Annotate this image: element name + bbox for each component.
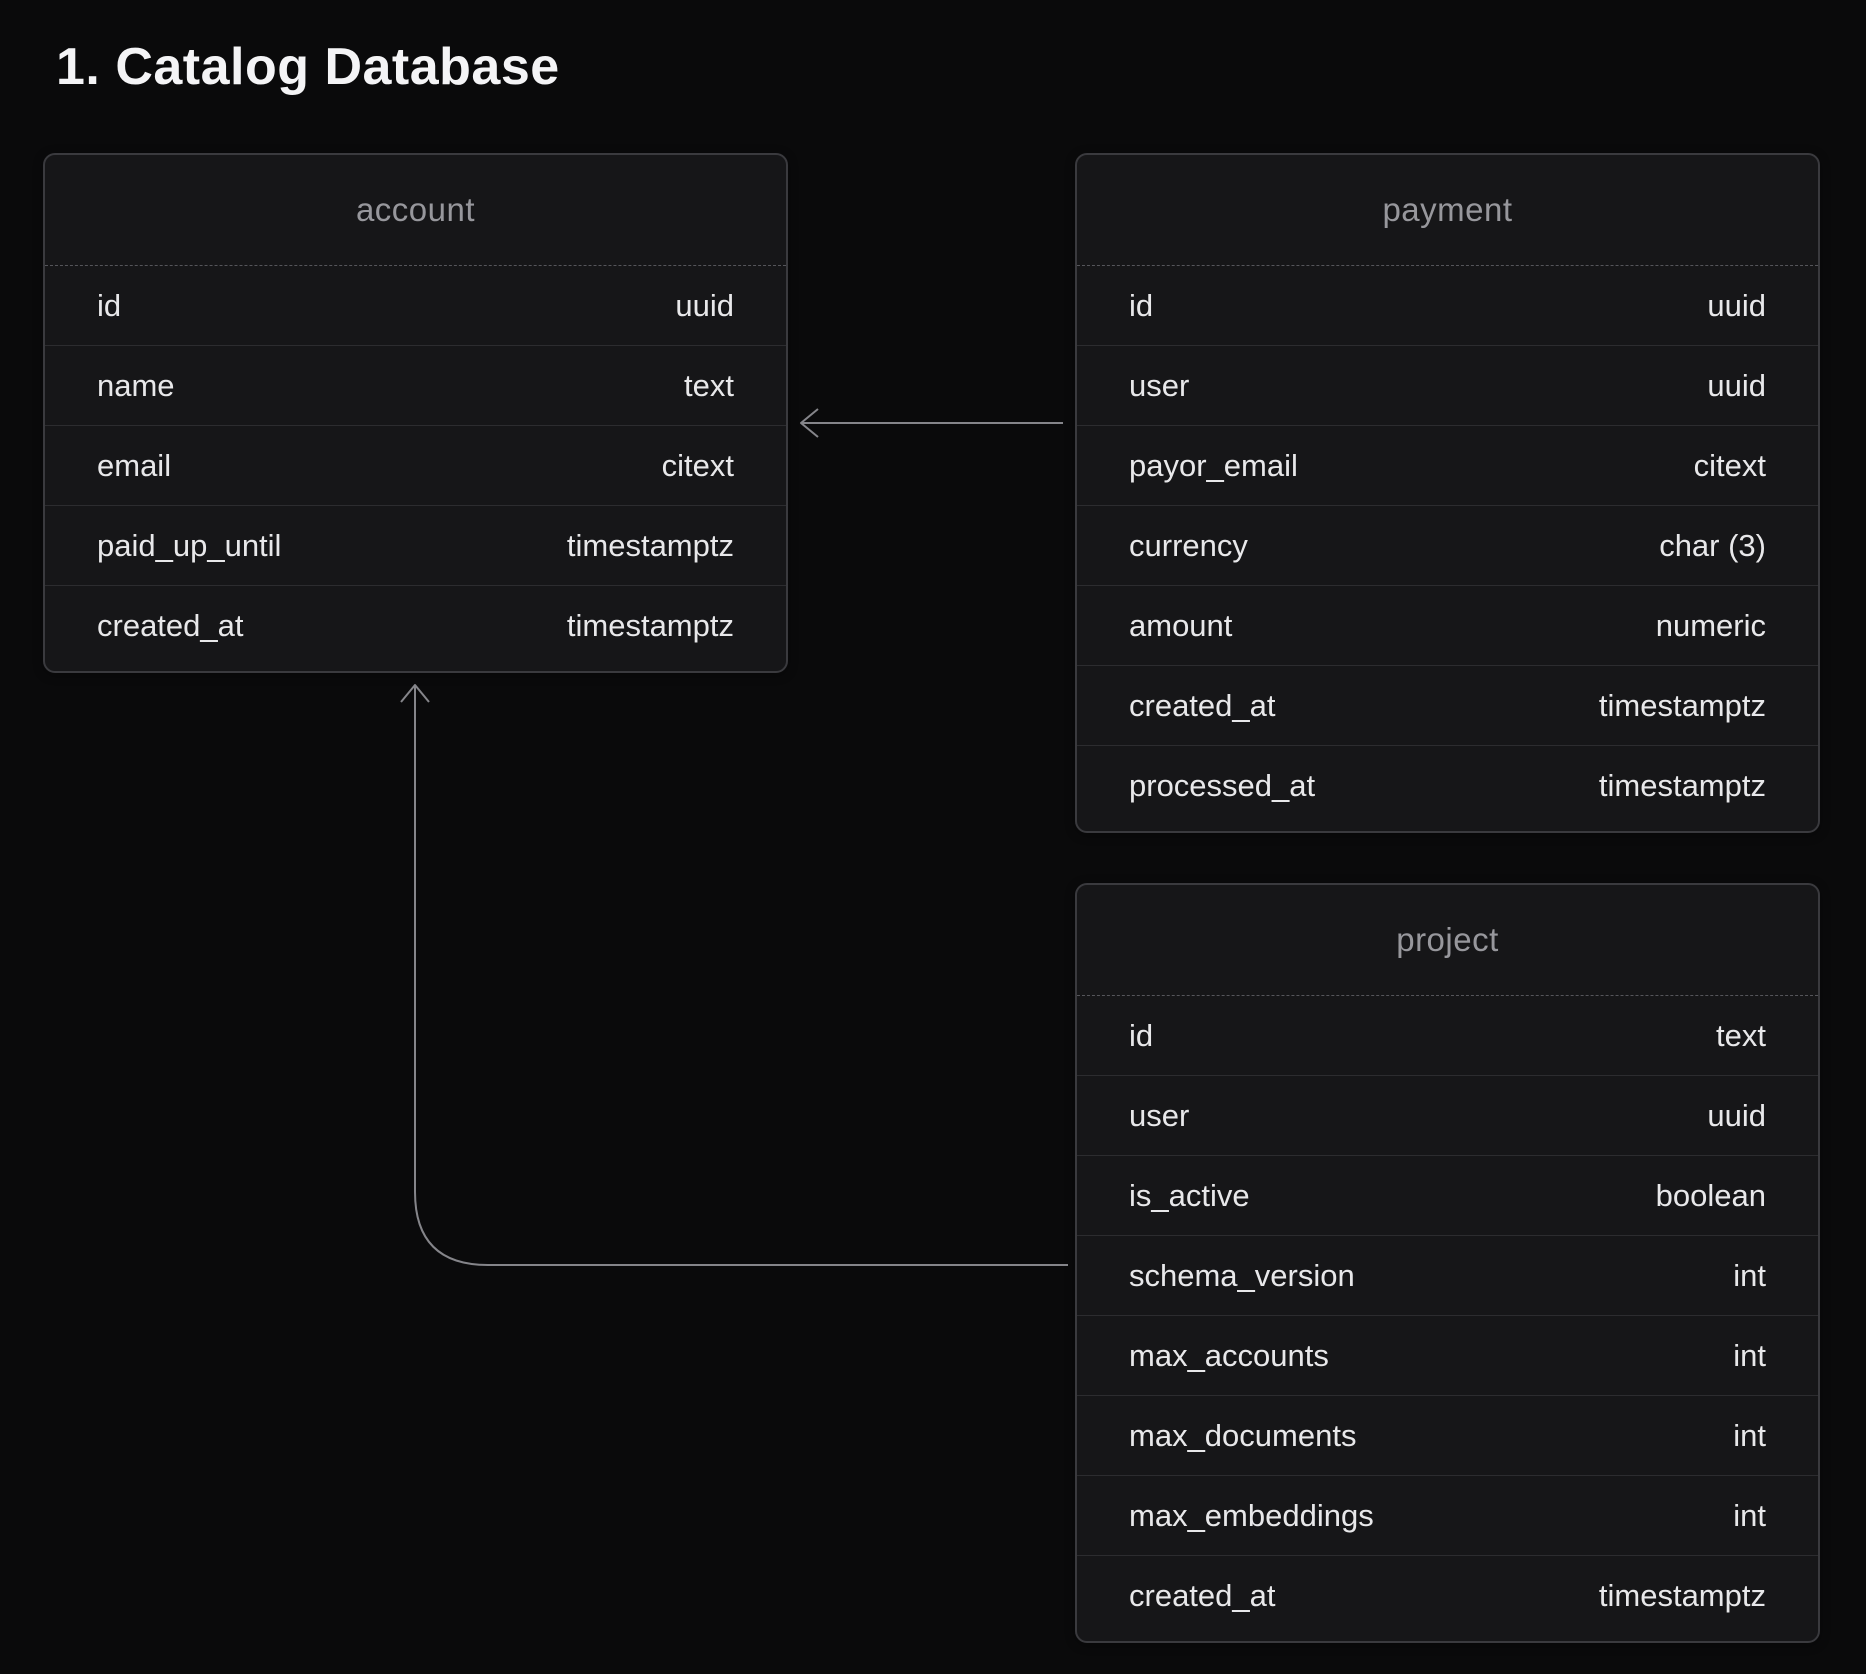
- field-name: user: [1129, 368, 1189, 404]
- field-name: created_at: [1129, 688, 1276, 724]
- field-type: uuid: [1707, 368, 1766, 404]
- field-name: id: [1129, 1018, 1153, 1054]
- table-row: max_accounts int: [1077, 1315, 1818, 1395]
- field-name: created_at: [1129, 1578, 1276, 1614]
- table-project-header: project: [1077, 885, 1818, 996]
- table-row: id text: [1077, 996, 1818, 1075]
- field-type: citext: [662, 448, 734, 484]
- table-row: user uuid: [1077, 345, 1818, 425]
- table-payment-title: payment: [1382, 191, 1512, 229]
- table-row: created_at timestamptz: [45, 585, 786, 665]
- table-row: schema_version int: [1077, 1235, 1818, 1315]
- table-row: payor_email citext: [1077, 425, 1818, 505]
- field-type: timestamptz: [567, 608, 734, 644]
- field-name: email: [97, 448, 171, 484]
- table-row: max_documents int: [1077, 1395, 1818, 1475]
- table-project-rows: id text user uuid is_active boolean sche…: [1077, 996, 1818, 1635]
- table-row: email citext: [45, 425, 786, 505]
- field-type: numeric: [1656, 608, 1766, 644]
- table-row: is_active boolean: [1077, 1155, 1818, 1235]
- field-type: timestamptz: [1599, 688, 1766, 724]
- field-name: name: [97, 368, 175, 404]
- table-project[interactable]: project id text user uuid is_active bool…: [1075, 883, 1820, 1643]
- table-row: created_at timestamptz: [1077, 1555, 1818, 1635]
- table-account-title: account: [356, 191, 475, 229]
- field-type: uuid: [1707, 288, 1766, 324]
- field-type: boolean: [1656, 1178, 1766, 1214]
- field-name: schema_version: [1129, 1258, 1355, 1294]
- field-name: max_documents: [1129, 1418, 1356, 1454]
- field-name: id: [1129, 288, 1153, 324]
- table-row: amount numeric: [1077, 585, 1818, 665]
- table-row: user uuid: [1077, 1075, 1818, 1155]
- arrow-project-to-account: [401, 685, 1068, 1265]
- table-account-header: account: [45, 155, 786, 266]
- field-type: int: [1733, 1498, 1766, 1534]
- field-type: int: [1733, 1258, 1766, 1294]
- field-name: max_embeddings: [1129, 1498, 1374, 1534]
- field-name: processed_at: [1129, 768, 1315, 804]
- arrow-payment-to-account: [801, 409, 1063, 437]
- field-name: max_accounts: [1129, 1338, 1329, 1374]
- table-payment-rows: id uuid user uuid payor_email citext cur…: [1077, 266, 1818, 825]
- field-name: id: [97, 288, 121, 324]
- field-type: citext: [1694, 448, 1766, 484]
- field-type: int: [1733, 1418, 1766, 1454]
- field-type: uuid: [1707, 1098, 1766, 1134]
- field-name: payor_email: [1129, 448, 1298, 484]
- table-row: id uuid: [1077, 266, 1818, 345]
- table-row: max_embeddings int: [1077, 1475, 1818, 1555]
- table-project-title: project: [1396, 921, 1499, 959]
- table-account-rows: id uuid name text email citext paid_up_u…: [45, 266, 786, 665]
- field-type: char (3): [1659, 528, 1766, 564]
- table-account[interactable]: account id uuid name text email citext p…: [43, 153, 788, 673]
- field-name: user: [1129, 1098, 1189, 1134]
- field-type: text: [684, 368, 734, 404]
- field-type: timestamptz: [1599, 1578, 1766, 1614]
- table-row: id uuid: [45, 266, 786, 345]
- table-row: created_at timestamptz: [1077, 665, 1818, 745]
- table-row: name text: [45, 345, 786, 425]
- field-name: is_active: [1129, 1178, 1250, 1214]
- table-row: currency char (3): [1077, 505, 1818, 585]
- field-name: created_at: [97, 608, 244, 644]
- field-name: currency: [1129, 528, 1248, 564]
- table-row: paid_up_until timestamptz: [45, 505, 786, 585]
- field-name: paid_up_until: [97, 528, 281, 564]
- field-type: text: [1716, 1018, 1766, 1054]
- field-type: uuid: [675, 288, 734, 324]
- field-type: int: [1733, 1338, 1766, 1374]
- table-payment[interactable]: payment id uuid user uuid payor_email ci…: [1075, 153, 1820, 833]
- field-name: amount: [1129, 608, 1232, 644]
- page-title: 1. Catalog Database: [56, 40, 560, 95]
- field-type: timestamptz: [567, 528, 734, 564]
- field-type: timestamptz: [1599, 768, 1766, 804]
- table-payment-header: payment: [1077, 155, 1818, 266]
- table-row: processed_at timestamptz: [1077, 745, 1818, 825]
